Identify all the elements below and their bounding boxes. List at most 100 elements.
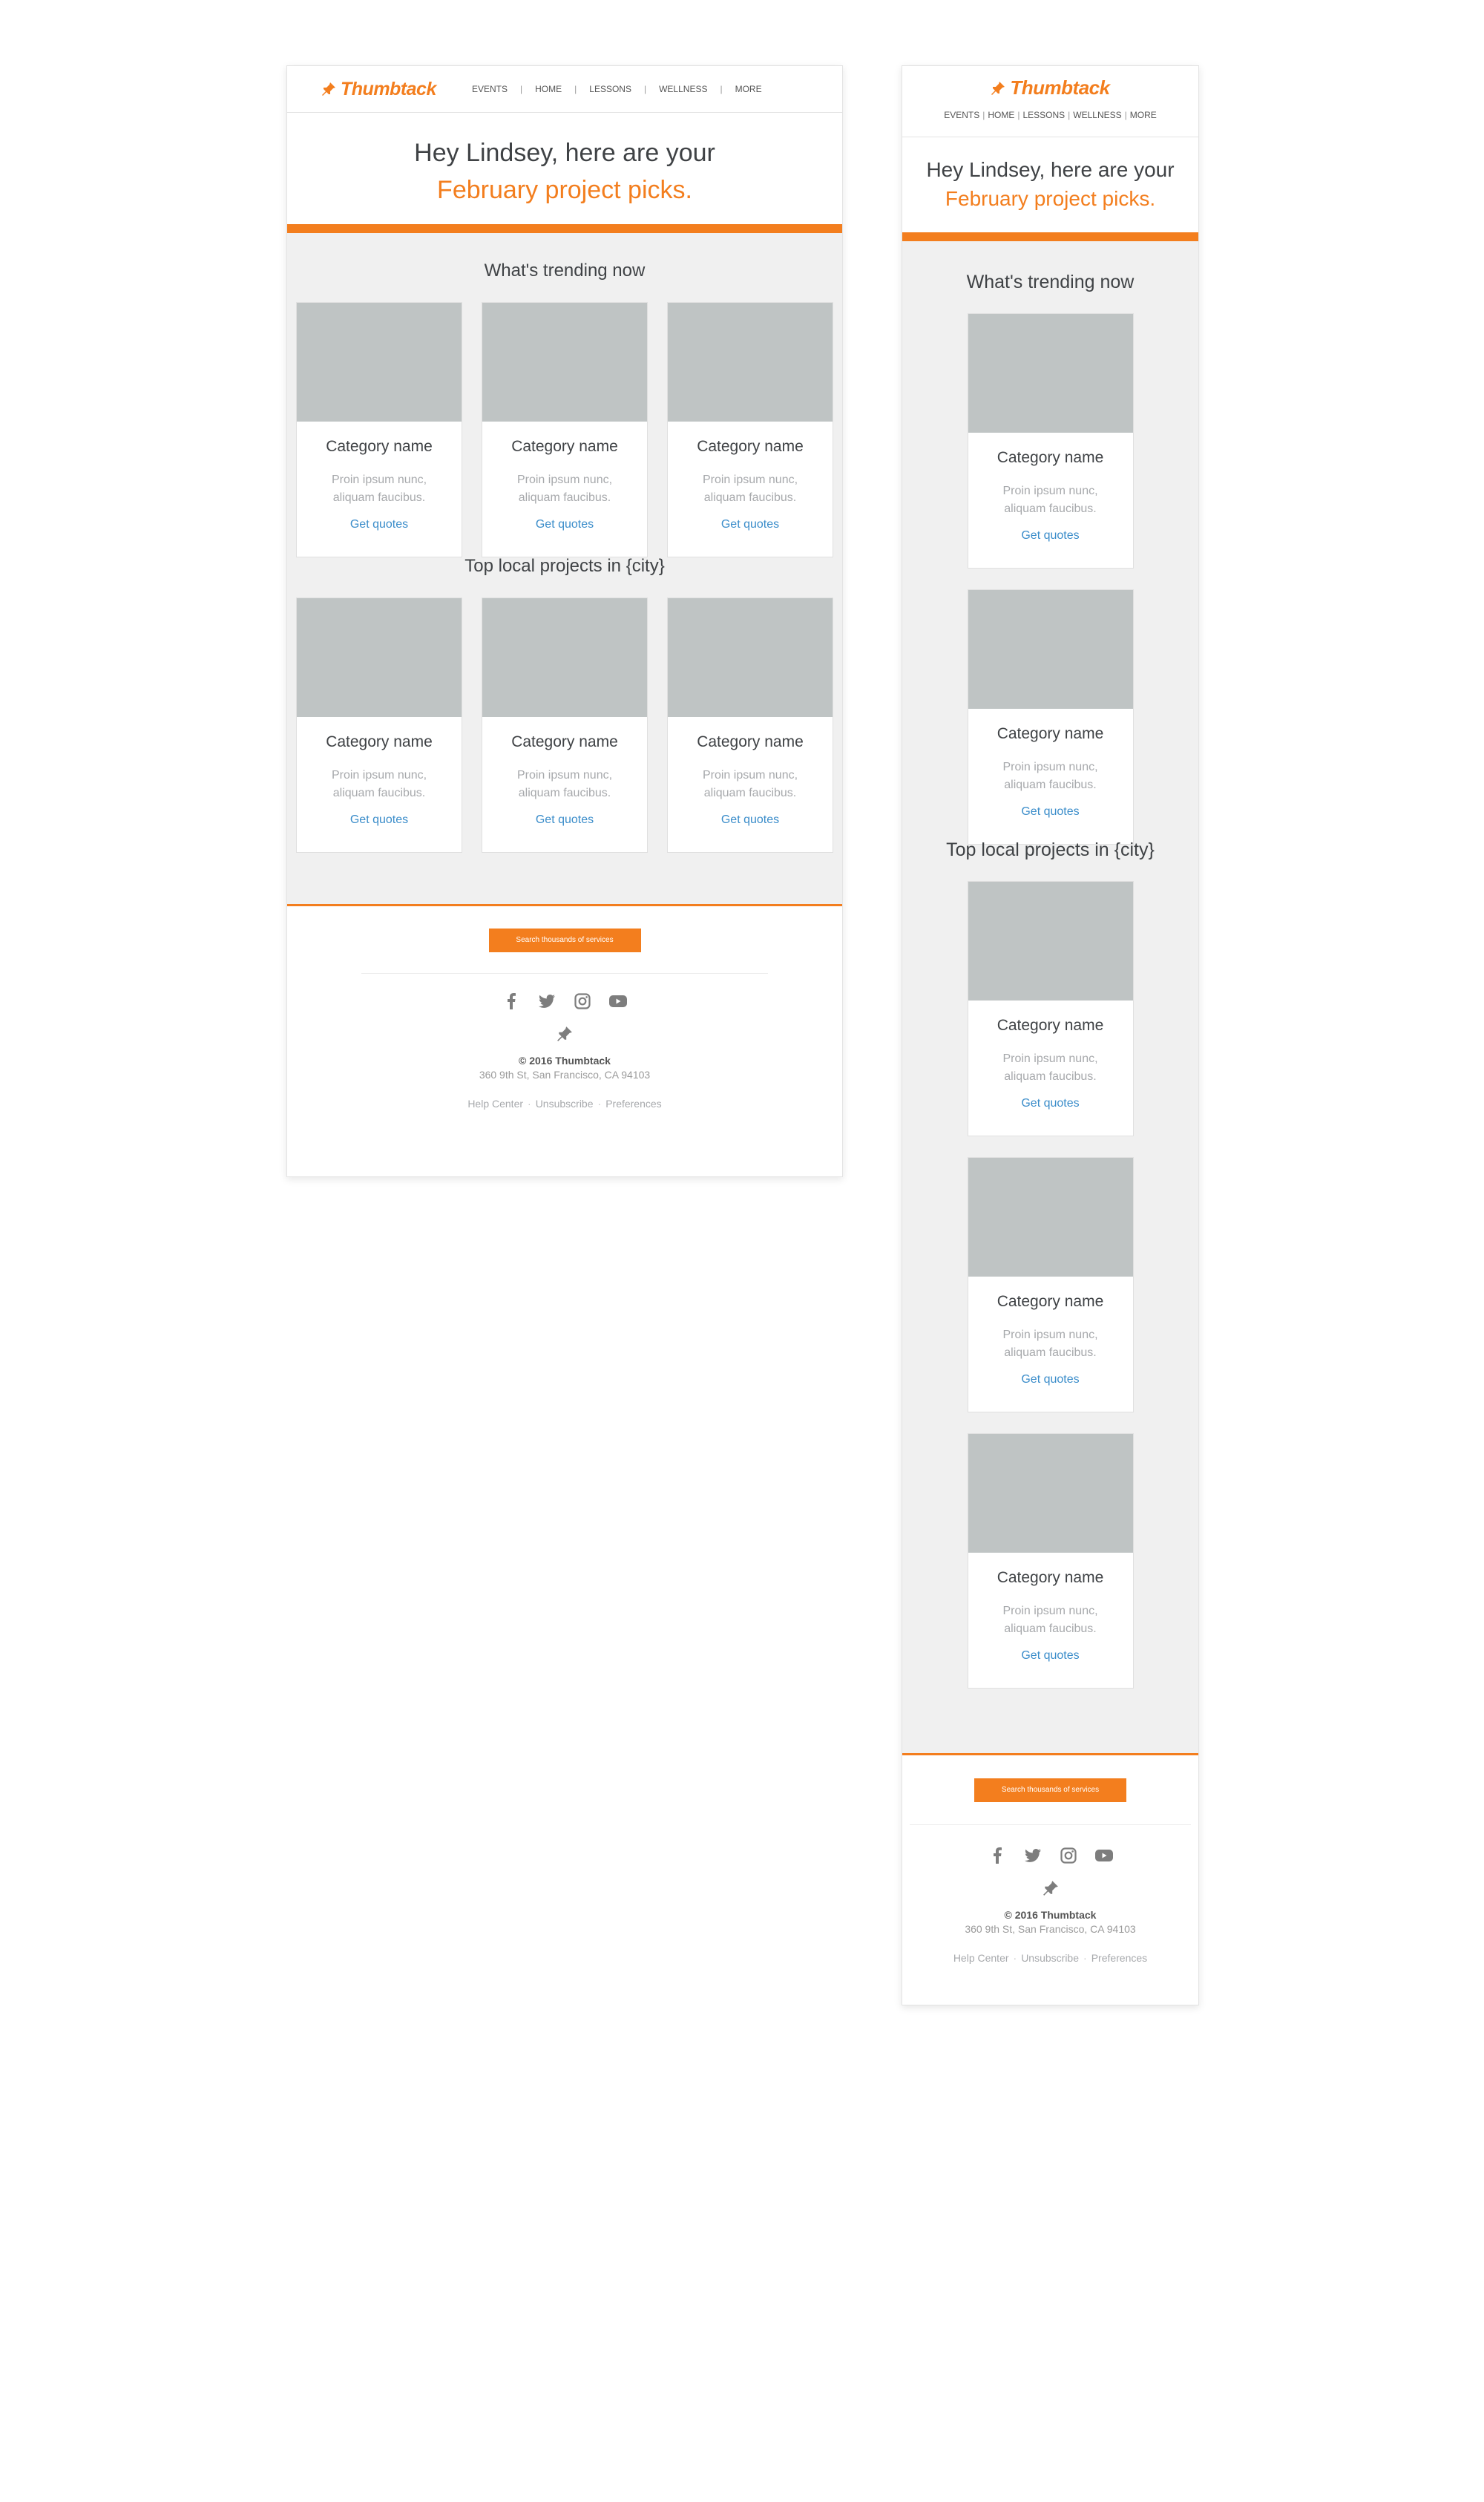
email-header: Thumbtack EVENTS | HOME | LESSONS | WELLNES… (287, 66, 842, 113)
get-quotes-link[interactable]: Get quotes (350, 813, 408, 827)
category-card[interactable]: Category name Proin ipsum nunc, aliquam f… (482, 597, 648, 853)
category-description: Proin ipsum nunc, aliquam faucibus. (968, 759, 1133, 794)
description-line: Proin ipsum nunc, (331, 769, 427, 782)
nav-more[interactable]: MORE (735, 84, 762, 94)
category-name: Category name (997, 1017, 1104, 1034)
get-quotes-link[interactable]: Get quotes (350, 518, 408, 531)
help-center-link[interactable]: Help Center (467, 1098, 523, 1110)
help-center-link[interactable]: Help Center (953, 1952, 1009, 1964)
description-line: Proin ipsum nunc, (1002, 1329, 1098, 1341)
category-image (297, 598, 462, 717)
category-card[interactable]: Category name Proin ipsum nunc, aliquam f… (967, 1157, 1134, 1412)
category-name: Category name (511, 733, 618, 750)
youtube-icon[interactable] (608, 992, 628, 1011)
get-quotes-link[interactable]: Get quotes (536, 518, 594, 531)
description-line: Proin ipsum nunc, (331, 474, 427, 486)
get-quotes-link[interactable]: Get quotes (1021, 1097, 1079, 1110)
nav-events[interactable]: EVENTS (944, 110, 979, 120)
logo-text: Thumbtack (341, 78, 436, 99)
footer-links: Help Center · Unsubscribe · Preferences (287, 1098, 842, 1110)
category-description: Proin ipsum nunc, aliquam faucibus. (968, 482, 1133, 518)
description-line: aliquam faucibus. (332, 491, 426, 504)
address: 360 9th St, San Francisco, CA 94103 (965, 1923, 1136, 1935)
section-title: What's trending now (966, 272, 1135, 292)
category-name: Category name (997, 725, 1104, 742)
footer-divider (361, 973, 768, 974)
twitter-icon[interactable] (537, 992, 556, 1011)
hero-banner: Hey Lindsey, here are your February proj… (902, 137, 1198, 241)
nav-lessons[interactable]: LESSONS (1022, 110, 1065, 120)
nav-separator: | (520, 84, 523, 94)
unsubscribe-link[interactable]: Unsubscribe (536, 1098, 594, 1110)
category-card[interactable]: Category name Proin ipsum nunc, aliquam f… (667, 597, 833, 853)
category-card[interactable]: Category name Proin ipsum nunc, aliquam f… (296, 597, 462, 853)
section-top-local: Top local projects in {city} Category na… (902, 839, 1198, 1689)
category-card[interactable]: Category name Proin ipsum nunc, aliquam f… (667, 302, 833, 557)
copyright: © 2016 Thumbtack (1004, 1909, 1097, 1921)
get-quotes-link[interactable]: Get quotes (1021, 1373, 1079, 1386)
instagram-icon[interactable] (1059, 1846, 1078, 1865)
nav-separator: | (720, 84, 723, 94)
category-card[interactable]: Category name Proin ipsum nunc, aliquam f… (482, 302, 648, 557)
pushpin-icon (991, 81, 1005, 95)
category-image (668, 598, 833, 717)
get-quotes-link[interactable]: Get quotes (721, 518, 779, 531)
email-header: Thumbtack EVENTS | HOME | LESSONS | WELLNES… (902, 66, 1198, 137)
thumbtack-logo[interactable]: Thumbtack (321, 79, 472, 100)
mobile-email-preview: Thumbtack EVENTS | HOME | LESSONS | WELLNES… (902, 65, 1199, 2005)
pushpin-icon (287, 1026, 842, 1046)
logo-text: Thumbtack (1010, 76, 1110, 99)
nav-wellness[interactable]: WELLNESS (659, 84, 707, 94)
copyright: © 2016 Thumbtack (519, 1055, 611, 1067)
nav-events[interactable]: EVENTS (472, 84, 508, 94)
hero-greeting: Hey Lindsey, here are your (414, 139, 715, 167)
unsubscribe-link[interactable]: Unsubscribe (1021, 1952, 1079, 1964)
get-quotes-link[interactable]: Get quotes (1021, 529, 1079, 543)
category-card[interactable]: Category name Proin ipsum nunc, aliquam f… (967, 313, 1134, 569)
get-quotes-link[interactable]: Get quotes (1021, 805, 1079, 819)
address: 360 9th St, San Francisco, CA 94103 (479, 1069, 651, 1081)
get-quotes-link[interactable]: Get quotes (1021, 1649, 1079, 1663)
top-nav: EVENTS | HOME | LESSONS | WELLNESS | MORE (944, 110, 1157, 120)
get-quotes-link[interactable]: Get quotes (721, 813, 779, 827)
social-links (902, 1846, 1198, 1865)
description-line: aliquam faucibus. (518, 491, 611, 504)
description-line: aliquam faucibus. (518, 787, 611, 799)
search-services-button[interactable]: Search thousands of services (488, 929, 641, 952)
description-line: Proin ipsum nunc, (702, 769, 798, 782)
category-card[interactable]: Category name Proin ipsum nunc, aliquam f… (967, 881, 1134, 1136)
footer-divider (910, 1824, 1191, 1825)
facebook-icon[interactable] (502, 992, 521, 1011)
nav-home[interactable]: HOME (535, 84, 562, 94)
twitter-icon[interactable] (1023, 1846, 1043, 1865)
thumbtack-logo[interactable]: Thumbtack (991, 76, 1110, 99)
desktop-email-preview: Thumbtack EVENTS | HOME | LESSONS | WELLNES… (286, 65, 843, 1177)
category-name: Category name (511, 438, 618, 455)
nav-wellness[interactable]: WELLNESS (1073, 110, 1121, 120)
email-footer: Search thousands of services © 2016 Thum… (902, 1755, 1198, 1964)
facebook-icon[interactable] (988, 1846, 1007, 1865)
category-description: Proin ipsum nunc, aliquam faucibus. (297, 767, 462, 802)
hero-banner: Hey Lindsey, here are your February proj… (287, 113, 842, 233)
get-quotes-link[interactable]: Get quotes (536, 813, 594, 827)
nav-lessons[interactable]: LESSONS (589, 84, 631, 94)
description-line: aliquam faucibus. (1004, 779, 1097, 791)
nav-home[interactable]: HOME (988, 110, 1014, 120)
nav-separator: | (1068, 110, 1071, 120)
nav-separator: | (643, 84, 647, 94)
link-separator: · (528, 1098, 531, 1110)
top-nav: EVENTS | HOME | LESSONS | WELLNESS | MORE (472, 84, 762, 94)
preferences-link[interactable]: Preferences (1091, 1952, 1147, 1964)
search-services-button[interactable]: Search thousands of services (974, 1778, 1126, 1802)
youtube-icon[interactable] (1094, 1846, 1114, 1865)
instagram-icon[interactable] (573, 992, 592, 1011)
category-card[interactable]: Category name Proin ipsum nunc, aliquam f… (967, 589, 1134, 845)
category-image (968, 590, 1133, 709)
category-card[interactable]: Category name Proin ipsum nunc, aliquam f… (296, 302, 462, 557)
preferences-link[interactable]: Preferences (605, 1098, 661, 1110)
category-name: Category name (997, 1293, 1104, 1310)
nav-more[interactable]: MORE (1130, 110, 1157, 120)
category-description: Proin ipsum nunc, aliquam faucibus. (668, 767, 833, 802)
category-card[interactable]: Category name Proin ipsum nunc, aliquam f… (967, 1433, 1134, 1689)
description-line: aliquam faucibus. (1004, 502, 1097, 515)
